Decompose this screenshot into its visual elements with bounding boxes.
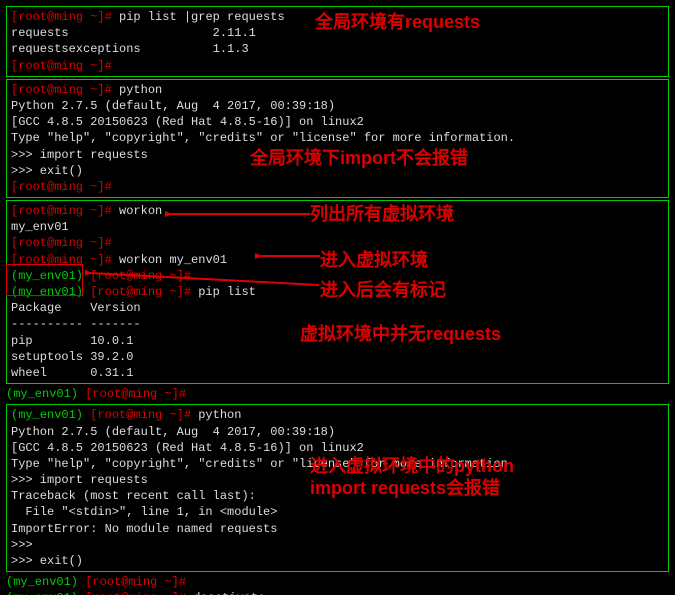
cmd: deactivate [193,591,265,595]
output-row: Python 2.7.5 (default, Aug 4 2017, 00:39… [11,424,664,440]
venv-marker: (my_env01) [11,408,83,422]
output-row: >>> exit() [11,553,664,569]
prompt: [root@ming ~]# [78,387,193,401]
prompt: [root@ming ~]# [11,59,119,73]
anno-global-import: 全局环境下import不会报错 [250,146,468,170]
output-row: ImportError: No module named requests [11,521,664,537]
anno-venv-marker: 进入后会有标记 [320,278,446,302]
venv-marker: (my_env01) [6,591,78,595]
cmd: python [198,408,241,422]
output-row: >>> [11,537,664,553]
box-global-python: [root@ming ~]# python Python 2.7.5 (defa… [6,79,669,198]
prompt: [root@ming ~]# [11,236,119,250]
venv-marker: (my_env01) [6,387,78,401]
prompt: [root@ming ~]# [83,408,198,422]
cmd: workon my_env01 [119,253,227,267]
terminal-window[interactable]: [root@ming ~]# pip list |grep requests r… [0,0,675,595]
cmd: workon [119,204,162,218]
anno-no-requests: 虚拟环境中并无requests [300,322,501,346]
venv-highlight-box [6,264,83,296]
anno-venv-python: 进入虚拟环境中的python [310,454,514,478]
output-row: File "<stdin>", line 1, in <module> [11,504,664,520]
output-row: [GCC 4.8.5 20150623 (Red Hat 4.8.5-16)] … [11,114,664,130]
prompt: [root@ming ~]# [83,269,198,283]
cmd: python [119,83,162,97]
anno-enter-venv: 进入虚拟环境 [320,248,428,272]
prompt: [root@ming ~]# [78,575,193,589]
anno-list-venv: 列出所有虚拟环境 [310,202,454,226]
output-row: requestsexceptions 1.1.3 [11,41,664,57]
table-row: setuptools 39.2.0 [11,349,664,365]
anno-global-requests: 全局环境有requests [315,10,480,34]
table-row: wheel 0.31.1 [11,365,664,381]
output-row: Type "help", "copyright", "credits" or "… [11,130,664,146]
prompt: [root@ming ~]# [11,10,119,24]
anno-import-error: import requests会报错 [310,476,500,500]
venv-marker: (my_env01) [6,575,78,589]
prompt: [root@ming ~]# [83,285,198,299]
cmd: pip list [198,285,256,299]
prompt: [root@ming ~]# [78,591,193,595]
prompt: [root@ming ~]# [11,180,119,194]
cmd: pip list |grep requests [119,10,285,24]
prompt: [root@ming ~]# [11,204,119,218]
prompt: [root@ming ~]# [11,83,119,97]
table-header: Package Version [11,300,664,316]
output-row: Python 2.7.5 (default, Aug 4 2017, 00:39… [11,98,664,114]
